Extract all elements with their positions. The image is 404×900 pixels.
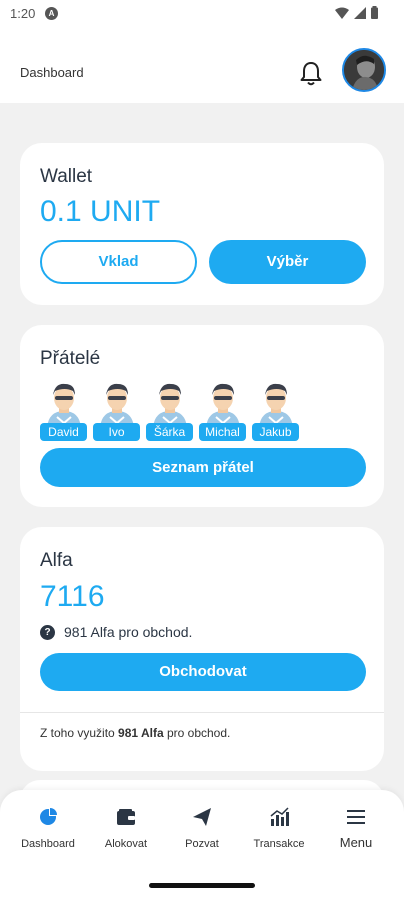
nav-label: Menu	[339, 835, 373, 850]
friend-avatar-icon	[206, 383, 240, 427]
alfa-info-text: 981 Alfa pro obchod.	[64, 624, 193, 640]
friend-item[interactable]: Ivo	[93, 381, 140, 441]
signal-icon	[354, 6, 366, 19]
friend-name: Ivo	[93, 423, 140, 441]
withdraw-button[interactable]: Výběr	[209, 240, 366, 284]
trade-button[interactable]: Obchodovat	[40, 653, 366, 691]
friend-name: Jakub	[252, 423, 299, 441]
status-bar: 1:20 A	[0, 0, 404, 28]
paper-plane-icon	[193, 808, 211, 826]
status-time: 1:20	[10, 6, 36, 21]
alfa-note-prefix: Z toho využito	[40, 726, 119, 740]
nav-menu[interactable]: Menu	[321, 806, 391, 852]
bell-icon[interactable]	[296, 58, 326, 88]
friend-item[interactable]: Šárka	[146, 381, 193, 441]
deposit-button[interactable]: Vklad	[40, 240, 197, 284]
alfa-card: Alfa 7116 ? 981 Alfa pro obchod. Obchodo…	[20, 527, 384, 771]
alfa-title: Alfa	[40, 550, 73, 571]
battery-icon	[371, 6, 378, 19]
nav-transakce[interactable]: Transakce	[244, 806, 314, 852]
nav-pozvat[interactable]: Pozvat	[167, 806, 237, 852]
status-icons	[335, 6, 378, 19]
friends-list: David Ivo Šárka Michal Jakub	[40, 381, 299, 441]
alfa-info: ? 981 Alfa pro obchod.	[40, 624, 192, 640]
wallet-icon	[117, 809, 135, 825]
avatar[interactable]	[342, 48, 386, 92]
app-header: Dashboard	[0, 28, 404, 103]
friend-name: David	[40, 423, 87, 441]
status-indicator-icon: A	[45, 7, 58, 20]
friend-avatar-icon	[47, 383, 81, 427]
home-indicator[interactable]	[149, 883, 255, 888]
nav-label: Pozvat	[185, 838, 219, 850]
friend-name: Šárka	[146, 423, 193, 441]
wallet-balance: 0.1 UNIT	[40, 195, 161, 228]
bar-chart-icon	[270, 807, 289, 826]
pie-chart-icon	[40, 808, 57, 825]
alfa-note-suffix: pro obchod.	[163, 726, 231, 740]
wifi-icon	[335, 7, 349, 19]
avatar-image	[344, 50, 384, 90]
friends-list-button[interactable]: Seznam přátel	[40, 448, 366, 487]
wallet-card: Wallet 0.1 UNIT Vklad Výběr	[20, 143, 384, 305]
nav-alokovat[interactable]: Alokovat	[91, 806, 161, 852]
friend-item[interactable]: David	[40, 381, 87, 441]
friend-name: Michal	[199, 423, 246, 441]
help-icon[interactable]: ?	[40, 624, 55, 640]
alfa-usage-note: Z toho využito 981 Alfa pro obchod.	[40, 726, 230, 740]
friend-avatar-icon	[153, 383, 187, 427]
friend-avatar-icon	[259, 383, 293, 427]
friend-item[interactable]: Michal	[199, 381, 246, 441]
nav-label: Alokovat	[104, 838, 148, 850]
alfa-value: 7116	[40, 580, 105, 613]
friends-title: Přátelé	[40, 348, 101, 369]
nav-label: Dashboard	[21, 838, 75, 850]
divider	[20, 712, 384, 713]
friend-item[interactable]: Jakub	[252, 381, 299, 441]
nav-label: Transakce	[253, 838, 305, 850]
alfa-note-amount: 981 Alfa	[118, 726, 164, 740]
friends-card: Přátelé David Ivo Šárka Michal Jakub Sez…	[20, 325, 384, 507]
hamburger-icon	[347, 810, 365, 824]
nav-dashboard[interactable]: Dashboard	[13, 806, 83, 852]
wallet-title: Wallet	[40, 166, 93, 187]
page-title: Dashboard	[20, 65, 84, 80]
friend-avatar-icon	[100, 383, 134, 427]
